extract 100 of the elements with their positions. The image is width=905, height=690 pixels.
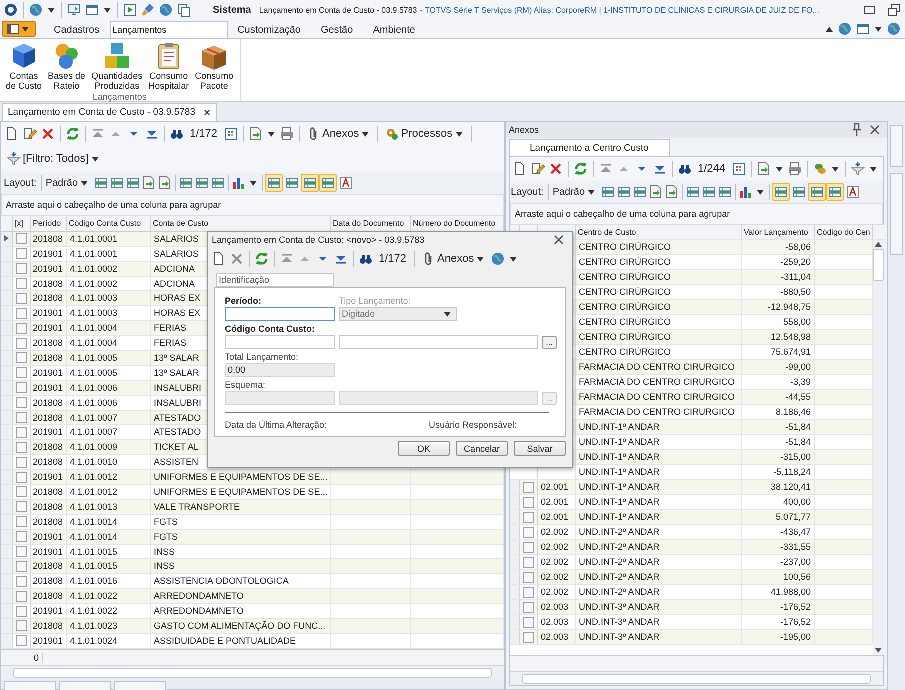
dialog-button[interactable]: Cancelar (456, 441, 508, 456)
export-icon[interactable] (649, 185, 664, 199)
export-icon[interactable] (142, 176, 156, 190)
horizontal-scrollbar[interactable] (1, 665, 504, 679)
caret-icon[interactable] (776, 166, 783, 172)
caret-icon[interactable] (250, 180, 258, 186)
column-header[interactable]: Período (31, 216, 67, 231)
checkbox[interactable] (16, 412, 27, 424)
table-icon[interactable] (179, 176, 194, 190)
binoculars-icon[interactable] (170, 127, 184, 141)
column-header[interactable]: Código do Cen (815, 225, 873, 239)
checkbox[interactable] (16, 292, 27, 304)
binoculars-icon[interactable] (359, 252, 373, 266)
checkbox[interactable] (16, 486, 27, 498)
checkbox[interactable] (16, 576, 27, 587)
edit-icon[interactable] (23, 127, 37, 141)
table-icon[interactable] (702, 185, 716, 199)
bar-chart-icon[interactable] (232, 176, 246, 190)
binoculars-icon[interactable] (678, 162, 692, 176)
browse-button[interactable]: ... (542, 336, 557, 349)
monitor-icon[interactable] (67, 3, 81, 17)
checkbox[interactable] (523, 542, 534, 552)
export-icon[interactable] (665, 185, 680, 199)
checkbox[interactable] (523, 572, 534, 582)
refresh-icon[interactable] (574, 162, 588, 176)
caret-icon[interactable] (757, 190, 764, 194)
filter-dropdown[interactable]: [Filtro: Todos] (3, 152, 104, 166)
grid-icon[interactable] (224, 127, 238, 141)
coins-icon[interactable] (812, 162, 827, 176)
caret-icon[interactable] (92, 156, 99, 162)
account-code-field[interactable] (225, 335, 335, 349)
table-icon[interactable] (195, 176, 210, 190)
checkbox[interactable] (16, 442, 27, 453)
layout-dropdown[interactable]: Padrão (44, 178, 94, 188)
ribbon-tab[interactable]: Customização (228, 21, 311, 38)
checkbox[interactable] (16, 382, 27, 394)
ribbon-button[interactable]: Consumo Hospitalar (146, 39, 192, 91)
checkbox[interactable] (16, 248, 27, 260)
vertical-scrollbar[interactable] (873, 240, 884, 655)
checkbox[interactable] (523, 512, 534, 522)
checkbox[interactable] (16, 352, 27, 364)
ribbon-tab[interactable]: Cadastros (44, 21, 110, 38)
export-icon[interactable] (158, 176, 172, 190)
column-header[interactable]: [x] (13, 216, 31, 231)
checkbox[interactable] (16, 367, 27, 378)
account-name-field[interactable] (339, 335, 538, 349)
panel-tab[interactable]: Lançamento a Centro Custo (509, 139, 670, 156)
form-tab[interactable]: Identificação (216, 273, 334, 287)
caret-icon[interactable] (22, 26, 28, 32)
table-icon[interactable] (633, 185, 648, 199)
caret-icon[interactable] (362, 132, 370, 136)
edit-icon[interactable] (531, 162, 545, 176)
ribbon-tab[interactable]: Ambiente (363, 21, 426, 38)
globe-icon[interactable] (838, 22, 852, 36)
filter-icon[interactable] (7, 152, 21, 166)
column-header[interactable]: Centro de Custo (576, 225, 742, 239)
total-field[interactable]: 0,00 (225, 363, 335, 377)
print-icon[interactable] (788, 162, 802, 176)
scheme-code-field[interactable] (225, 391, 335, 405)
caret-icon[interactable] (456, 132, 463, 136)
checkbox[interactable] (523, 526, 534, 538)
pin-icon[interactable] (850, 123, 864, 137)
ribbon-button[interactable]: Consumo Pacote (192, 39, 237, 91)
restore-icon[interactable] (887, 3, 901, 17)
close-icon[interactable] (552, 233, 566, 247)
checkbox[interactable] (16, 308, 27, 319)
processes-button[interactable]: Processos (381, 127, 468, 141)
refresh-icon[interactable] (255, 252, 269, 266)
new-document-icon[interactable] (212, 252, 226, 266)
checkbox[interactable] (16, 278, 27, 289)
caret-icon[interactable] (832, 166, 839, 172)
column-header[interactable]: Código Conta Custo (67, 216, 151, 231)
period-field[interactable] (225, 307, 335, 321)
checkbox[interactable] (16, 516, 27, 528)
caret-icon[interactable] (104, 8, 111, 12)
checkbox[interactable] (16, 472, 27, 483)
checkbox[interactable] (16, 397, 27, 408)
dialog-button[interactable]: OK (398, 441, 450, 456)
attachments-button[interactable]: Anexos (302, 127, 374, 141)
gear-icon[interactable] (385, 127, 400, 141)
checkbox[interactable] (523, 586, 534, 598)
checkbox[interactable] (16, 590, 27, 602)
table-icon[interactable] (94, 176, 108, 190)
grid-icon[interactable] (732, 162, 746, 176)
checkbox[interactable] (16, 456, 27, 468)
ribbon-button[interactable]: Bases de Rateio (45, 39, 89, 91)
copy-icon[interactable] (177, 3, 191, 17)
globe-icon[interactable] (159, 3, 173, 17)
caret-icon[interactable] (875, 26, 882, 32)
window-icon[interactable] (85, 3, 99, 17)
app-logo-icon[interactable] (4, 3, 18, 17)
export-icon[interactable] (756, 162, 771, 176)
table-icon[interactable] (211, 176, 226, 190)
ribbon-tab[interactable]: Lançamentos (110, 21, 228, 39)
play-icon[interactable] (123, 3, 137, 17)
checkbox[interactable] (523, 496, 534, 508)
dialog-button[interactable]: Salvar (514, 441, 566, 456)
horizontal-scrollbar[interactable] (510, 671, 883, 685)
table-icon[interactable] (601, 185, 616, 199)
globe-icon[interactable] (491, 252, 506, 266)
